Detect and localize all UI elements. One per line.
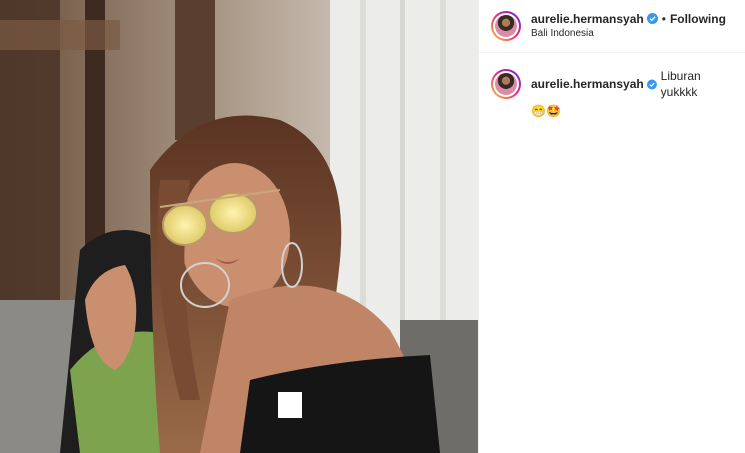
post-header-meta: aurelie.hermansyah • Following Bali Indo… xyxy=(531,12,726,40)
location-link[interactable]: Bali Indonesia xyxy=(531,28,726,40)
avatar-image xyxy=(495,15,517,37)
username-link[interactable]: aurelie.hermansyah xyxy=(531,12,644,26)
caption-body: aurelie.hermansyah Liburan yukkkk 😁🤩 xyxy=(531,69,733,120)
censor-box xyxy=(278,392,302,418)
photo-illustration xyxy=(0,0,478,453)
verified-badge-icon xyxy=(646,13,658,25)
caption-avatar[interactable] xyxy=(491,69,521,99)
separator-dot: • xyxy=(661,11,666,26)
caption-emojis: 😁🤩 xyxy=(531,104,561,119)
post-header: aurelie.hermansyah • Following Bali Indo… xyxy=(479,0,745,53)
instagram-post: aurelie.hermansyah • Following Bali Indo… xyxy=(0,0,745,453)
verified-badge-icon xyxy=(646,79,657,90)
caption-text: Liburan yukkkk xyxy=(660,69,701,99)
caption: aurelie.hermansyah Liburan yukkkk 😁🤩 xyxy=(479,53,745,120)
caption-username[interactable]: aurelie.hermansyah xyxy=(531,77,644,93)
post-sidebar: aurelie.hermansyah • Following Bali Indo… xyxy=(478,0,745,453)
post-image[interactable] xyxy=(0,0,478,453)
following-button[interactable]: Following xyxy=(670,12,726,26)
avatar[interactable] xyxy=(491,11,521,41)
caption-avatar-image xyxy=(495,73,517,95)
